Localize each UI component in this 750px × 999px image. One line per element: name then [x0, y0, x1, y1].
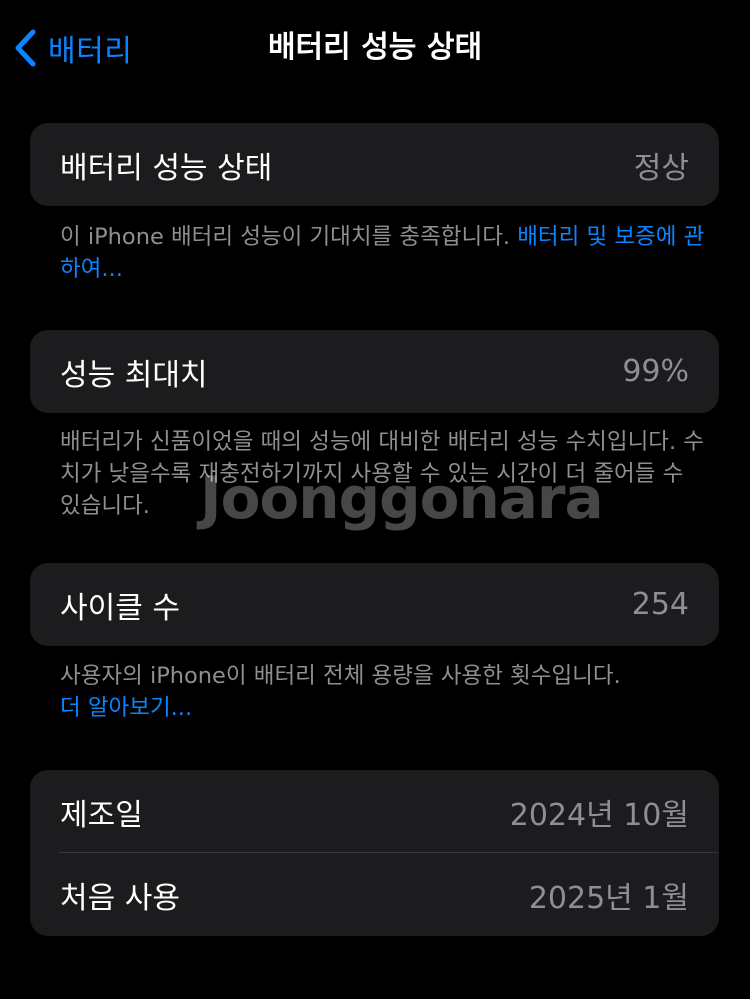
maximum-capacity-value: 99% — [622, 354, 689, 389]
page-title: 배터리 성능 상태 — [267, 30, 483, 65]
first-use-label: 처음 사용 — [60, 880, 180, 916]
battery-health-card: 배터리 성능 상태 정상 — [30, 123, 719, 206]
battery-health-label: 배터리 성능 상태 — [60, 150, 273, 186]
cycle-count-card: 사이클 수 254 — [30, 563, 719, 646]
battery-health-footer: 이 iPhone 배터리 성능이 기대치를 충족합니다. 배터리 및 보증에 관… — [60, 221, 710, 285]
maximum-capacity-label: 성능 최대치 — [60, 357, 208, 393]
learn-more-link[interactable]: 더 알아보기... — [60, 692, 710, 724]
manufacture-date-row: 제조일 2024년 10월 — [30, 770, 719, 853]
navigation-bar: 배터리 배터리 성능 상태 — [0, 0, 750, 96]
maximum-capacity-row: 성능 최대치 99% — [30, 330, 719, 413]
battery-health-value: 정상 — [633, 150, 689, 186]
manufacture-date-label: 제조일 — [60, 797, 143, 833]
cycle-count-row: 사이클 수 254 — [30, 563, 719, 646]
cycle-count-footer: 사용자의 iPhone이 배터리 전체 용량을 사용한 횟수입니다. 더 알아보… — [60, 660, 710, 724]
cycle-count-footer-text: 사용자의 iPhone이 배터리 전체 용량을 사용한 횟수입니다. — [60, 663, 621, 689]
cycle-count-value: 254 — [631, 587, 689, 622]
manufacture-date-value: 2024년 10월 — [509, 797, 689, 833]
dates-card: 제조일 2024년 10월 처음 사용 2025년 1월 — [30, 770, 719, 936]
first-use-row: 처음 사용 2025년 1월 — [30, 853, 719, 936]
battery-health-footer-text: 이 iPhone 배터리 성능이 기대치를 충족합니다. — [60, 224, 518, 250]
battery-health-row: 배터리 성능 상태 정상 — [30, 123, 719, 206]
cycle-count-label: 사이클 수 — [60, 590, 180, 626]
maximum-capacity-footer: 배터리가 신품이었을 때의 성능에 대비한 배터리 성능 수치입니다. 수치가 … — [60, 429, 704, 519]
battery-health-screen: 배터리 배터리 성능 상태 배터리 성능 상태 정상 이 iPhone 배터리 … — [0, 0, 750, 999]
maximum-capacity-card: 성능 최대치 99% — [30, 330, 719, 413]
first-use-value: 2025년 1월 — [528, 880, 689, 916]
